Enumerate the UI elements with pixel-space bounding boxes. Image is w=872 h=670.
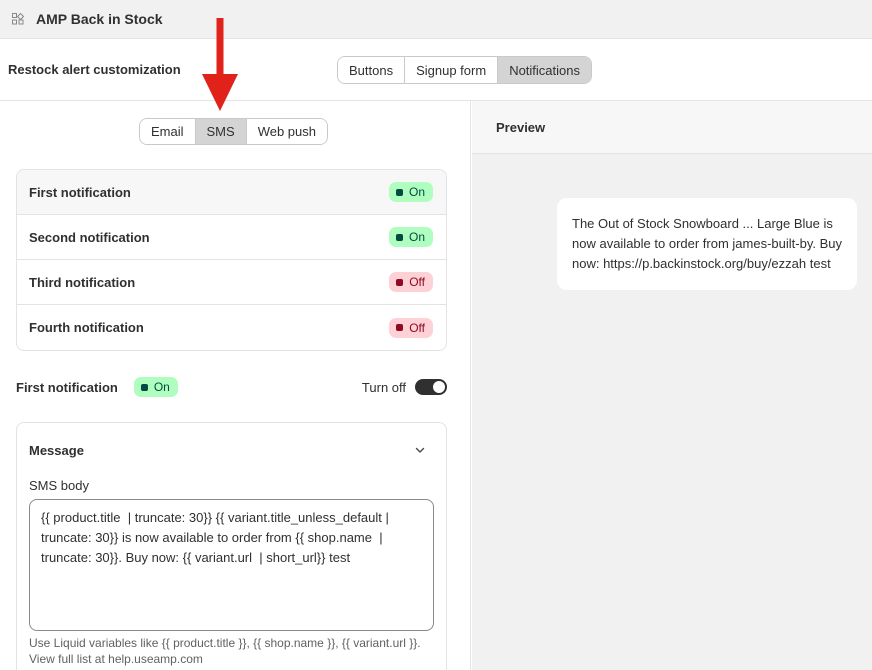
tab-signup-form[interactable]: Signup form (405, 57, 499, 83)
liquid-help-text: Use Liquid variables like {{ product.tit… (29, 636, 421, 666)
message-heading: Message (29, 443, 84, 458)
notification-name: First notification (29, 184, 131, 200)
app-grid-icon (12, 13, 24, 25)
status-dot-icon (396, 278, 404, 286)
preview-heading: Preview (472, 101, 872, 154)
tab-sms[interactable]: SMS (195, 119, 247, 144)
tab-email[interactable]: Email (140, 119, 196, 144)
notification-name: Third notification (29, 274, 136, 290)
preview-panel: Preview The Out of Stock Snowboard ... L… (472, 101, 872, 670)
customization-tabs: Buttons Signup form Notifications (337, 56, 592, 84)
notification-name: Second notification (29, 229, 150, 245)
red-arrow-icon (202, 18, 238, 111)
app-title: AMP Back in Stock (36, 11, 163, 27)
notification-toggle-switch[interactable] (415, 379, 447, 395)
app-bar: AMP Back in Stock (0, 0, 872, 38)
turn-off-label: Turn off (361, 379, 406, 395)
toggle-knob (433, 381, 445, 393)
message-card: Message SMS body {{ product.title | trun… (16, 422, 447, 670)
selected-notification-header: First notification On Turn off (16, 376, 447, 398)
status-dot-icon (395, 188, 403, 196)
settings-panel: Email SMS Web push First notification On… (0, 101, 471, 670)
status-badge-label: Off (409, 320, 425, 335)
status-badge: Off (389, 272, 433, 292)
notification-row-third[interactable]: Third notification Off (17, 260, 446, 305)
notification-row-second[interactable]: Second notification On (17, 215, 446, 260)
status-dot-icon (395, 233, 403, 241)
sms-preview-bubble: The Out of Stock Snowboard ... Large Blu… (557, 198, 857, 290)
status-badge-label: On (408, 230, 425, 244)
selected-status-badge: On (133, 377, 178, 397)
notification-name: Fourth notification (29, 320, 144, 335)
tab-web-push[interactable]: Web push (246, 119, 327, 144)
status-dot-icon (140, 383, 148, 391)
sms-body-label: SMS body (29, 478, 89, 493)
notification-list: First notification On Second notificatio… (16, 169, 447, 351)
selected-notification-title: First notification (16, 379, 118, 395)
notification-row-fourth[interactable]: Fourth notification Off (17, 305, 446, 350)
status-badge: Off (389, 317, 433, 338)
turn-off-control: Turn off (362, 376, 447, 398)
header-bar: Restock alert customization Buttons Sign… (0, 39, 872, 101)
channel-tabs: Email SMS Web push (139, 118, 328, 145)
status-badge-label: On (153, 380, 170, 394)
notification-row-first[interactable]: First notification On (17, 170, 446, 215)
status-badge-label: Off (409, 275, 425, 289)
status-badge: On (388, 227, 433, 247)
sms-body-input[interactable]: {{ product.title | truncate: 30}} {{ var… (29, 499, 434, 631)
status-dot-icon (396, 324, 404, 331)
tab-buttons[interactable]: Buttons (338, 57, 406, 83)
status-badge-label: On (408, 185, 425, 199)
page: Restock alert customization Buttons Sign… (0, 38, 872, 670)
page-title: Restock alert customization (8, 62, 181, 77)
tab-notifications[interactable]: Notifications (498, 57, 591, 83)
chevron-down-icon[interactable] (413, 443, 427, 457)
status-badge: On (388, 182, 433, 202)
